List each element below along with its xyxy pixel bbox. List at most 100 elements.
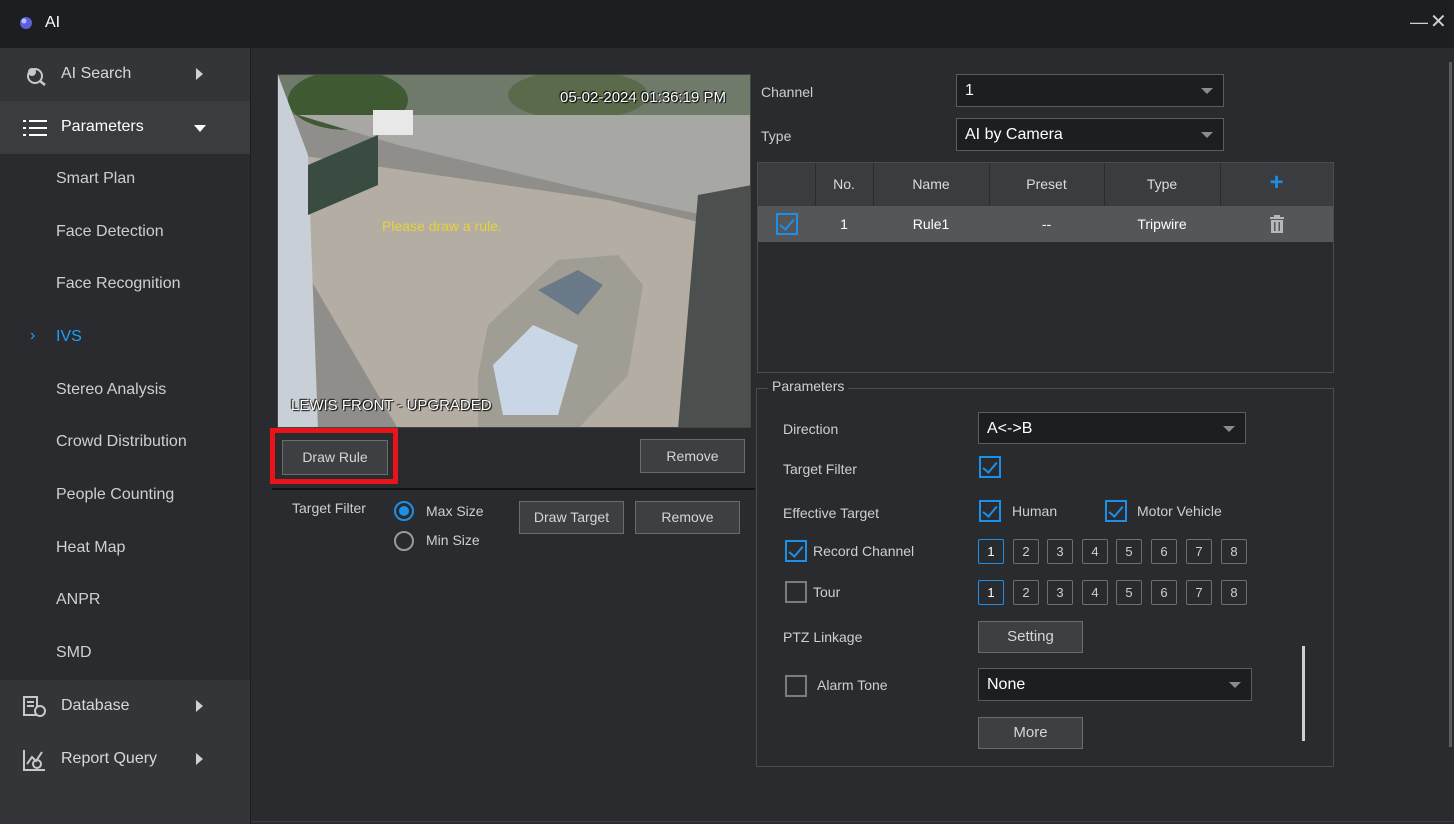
nav-label: AI Search	[61, 65, 132, 82]
add-rule-button[interactable]: +	[1220, 169, 1333, 197]
nav-database[interactable]: Database	[0, 680, 250, 733]
trash-icon[interactable]	[1269, 215, 1285, 233]
sidebar: AI Search Parameters Smart Plan Face Det…	[0, 48, 250, 824]
nav-label: Database	[61, 697, 130, 714]
record-channel-6[interactable]: 6	[1151, 539, 1177, 564]
draw-target-button[interactable]: Draw Target	[519, 501, 624, 534]
sidebar-item-face-detection[interactable]: Face Detection	[0, 207, 250, 259]
chevron-down-icon	[1223, 426, 1235, 432]
column-header-preset: Preset	[1026, 176, 1067, 192]
minimize-button[interactable]: —	[1410, 12, 1428, 32]
nav-ai-search[interactable]: AI Search	[0, 48, 250, 101]
tour-channel-4[interactable]: 4	[1082, 580, 1108, 605]
effective-target-label: Effective Target	[783, 505, 879, 521]
page-scrollbar[interactable]	[1449, 62, 1452, 747]
nav-parameters[interactable]: Parameters	[0, 101, 250, 154]
type-select[interactable]: AI by Camera	[956, 118, 1224, 151]
channel-select[interactable]: 1	[956, 74, 1224, 107]
sidebar-item-label: ANPR	[56, 591, 101, 608]
alarm-tone-select[interactable]: None	[978, 668, 1252, 701]
sidebar-item-ivs[interactable]: › IVS	[0, 312, 250, 364]
camera-timestamp: 05-02-2024 01:36:19 PM	[560, 89, 726, 106]
draw-rule-button[interactable]: Draw Rule	[282, 440, 388, 475]
record-channel-8[interactable]: 8	[1221, 539, 1247, 564]
nav-report-query[interactable]: Report Query	[0, 733, 250, 786]
min-size-radio[interactable]	[394, 531, 414, 551]
remove-rule-button[interactable]: Remove	[640, 439, 745, 473]
row-checkbox[interactable]	[776, 213, 798, 235]
human-checkbox[interactable]	[979, 500, 1001, 522]
database-icon	[23, 696, 46, 717]
tour-channel-1[interactable]: 1	[978, 580, 1004, 605]
record-channel-4[interactable]: 4	[1082, 539, 1108, 564]
app-orb-icon	[20, 17, 32, 29]
sidebar-item-label: IVS	[56, 328, 82, 345]
sidebar-item-smd[interactable]: SMD	[0, 628, 250, 680]
camera-view[interactable]: 05-02-2024 01:36:19 PM Please draw a rul…	[277, 74, 751, 428]
column-header-type: Type	[1146, 176, 1178, 192]
divider	[272, 488, 755, 490]
motor-vehicle-checkbox[interactable]	[1105, 500, 1127, 522]
sidebar-item-heat-map[interactable]: Heat Map	[0, 523, 250, 575]
more-button[interactable]: More	[978, 717, 1083, 749]
close-button[interactable]: ✕	[1430, 12, 1448, 32]
max-size-radio[interactable]	[394, 501, 414, 521]
table-row[interactable]: 1 Rule1 -- Tripwire	[758, 206, 1333, 242]
tour-channel-5[interactable]: 5	[1116, 580, 1142, 605]
target-filter-param-label: Target Filter	[783, 461, 857, 477]
target-filter-label: Target Filter	[292, 500, 366, 516]
sidebar-item-label: Crowd Distribution	[56, 433, 187, 450]
sidebar-item-crowd-distribution[interactable]: Crowd Distribution	[0, 417, 250, 469]
rule-table: No. Name Preset Type + 1 Rule1 -- Tripwi…	[757, 162, 1334, 373]
sidebar-item-stereo-analysis[interactable]: Stereo Analysis	[0, 365, 250, 417]
parameters-scrollbar[interactable]	[1302, 646, 1305, 741]
record-channel-7[interactable]: 7	[1186, 539, 1212, 564]
record-channel-5[interactable]: 5	[1116, 539, 1142, 564]
max-size-label: Max Size	[426, 503, 484, 519]
record-channel-label: Record Channel	[813, 543, 915, 559]
chevron-down-icon	[1201, 88, 1213, 94]
ptz-setting-button[interactable]: Setting	[978, 621, 1083, 653]
sidebar-item-anpr[interactable]: ANPR	[0, 575, 250, 627]
tour-channel-8[interactable]: 8	[1221, 580, 1247, 605]
record-channel-checkbox[interactable]	[785, 540, 807, 562]
sidebar-item-label: Heat Map	[56, 539, 126, 556]
target-filter-checkbox[interactable]	[979, 456, 1001, 478]
direction-select[interactable]: A<->B	[978, 412, 1246, 444]
tour-channel-7[interactable]: 7	[1186, 580, 1212, 605]
camera-image	[278, 75, 750, 427]
type-label: Type	[761, 128, 792, 144]
sidebar-item-smart-plan[interactable]: Smart Plan	[0, 154, 250, 206]
sidebar-item-face-recognition[interactable]: Face Recognition	[0, 259, 250, 311]
title-bar: AI — ✕	[0, 0, 1454, 48]
record-channel-2[interactable]: 2	[1013, 539, 1039, 564]
cell-no: 1	[840, 216, 848, 232]
ptz-linkage-label: PTZ Linkage	[783, 629, 863, 645]
chevron-down-icon	[1229, 682, 1241, 688]
nav-label: Report Query	[61, 750, 158, 767]
window-title: AI	[45, 14, 61, 31]
sidebar-item-label: Stereo Analysis	[56, 381, 167, 398]
record-channel-1[interactable]: 1	[978, 539, 1004, 564]
tour-label: Tour	[813, 584, 841, 600]
table-header: No. Name Preset Type +	[758, 163, 1333, 206]
divider	[251, 821, 1454, 822]
tour-channel-2[interactable]: 2	[1013, 580, 1039, 605]
alarm-tone-checkbox[interactable]	[785, 675, 807, 697]
parameters-group	[756, 388, 1334, 767]
tour-channel-6[interactable]: 6	[1151, 580, 1177, 605]
camera-channel-name: LEWIS FRONT - UPGRADED	[291, 397, 492, 414]
sidebar-item-label: Face Detection	[56, 223, 164, 240]
channel-value: 1	[965, 82, 974, 99]
sidebar-item-people-counting[interactable]: People Counting	[0, 470, 250, 522]
column-header-no: No.	[833, 176, 855, 192]
tour-checkbox[interactable]	[785, 581, 807, 603]
record-channel-3[interactable]: 3	[1047, 539, 1073, 564]
sidebar-item-label: SMD	[56, 644, 92, 661]
human-label: Human	[1012, 503, 1058, 519]
type-value: AI by Camera	[965, 126, 1063, 143]
tour-channel-3[interactable]: 3	[1047, 580, 1073, 605]
sidebar-item-label: People Counting	[56, 486, 175, 503]
direction-label: Direction	[783, 421, 839, 437]
remove-target-button[interactable]: Remove	[635, 501, 740, 534]
